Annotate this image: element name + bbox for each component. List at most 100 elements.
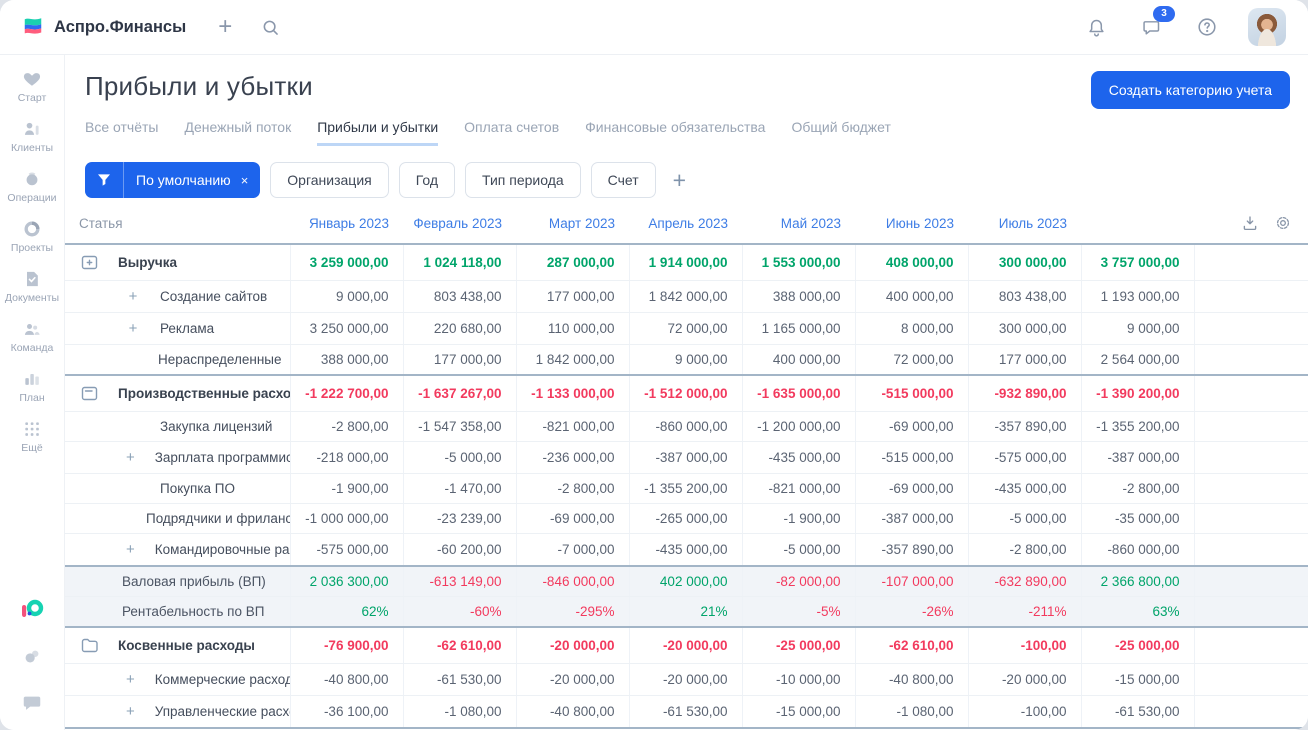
notifications-button[interactable] [1082,13,1111,42]
value-cell: -40 800,00 [289,663,403,696]
brand-name: Аспро.Финансы [54,17,187,36]
column-month[interactable]: Апрель 2023 [629,210,742,245]
remove-filter-icon[interactable]: × [241,173,249,188]
column-month[interactable]: Май 2023 [742,210,855,245]
sidebar-item-start[interactable]: Старт [5,69,59,104]
sidebar-item-team[interactable]: Команда [5,319,59,354]
tab-invoices[interactable]: Оплата счетов [464,119,559,146]
trailing-cell [1193,663,1308,696]
search-button[interactable] [256,13,285,42]
row-label-cell: + Реклама [65,312,290,345]
filter-pill-year[interactable]: Год [398,162,456,198]
column-month[interactable]: Февраль 2023 [403,210,516,245]
value-cell: 1 914 000,00 [628,243,742,281]
row-label[interactable]: Выручка [118,255,177,270]
table-row: Закупка лицензий -2 800,00 -1 547 358,00 -8… [65,411,1308,442]
create-category-button[interactable]: Создать категорию учета [1090,71,1290,109]
value-cell: -1 390 200,00 [1080,374,1194,412]
trailing-cell [1193,280,1308,313]
app-brand[interactable]: Аспро.Финансы [22,16,186,38]
value-cell: -60 200,00 [402,533,516,567]
tab-obligations[interactable]: Финансовые обязательства [585,119,765,146]
sidebar-item-projects[interactable]: Проекты [5,219,59,254]
row-label-cell: Нераспределенные [65,344,290,376]
value-cell: 388 000,00 [741,280,855,313]
table-row: Производственные расходы-1 222 700,00-1 … [65,374,1308,412]
filters-bar: По умолчанию × Организация Год Тип периода… [65,146,1308,210]
category-note-icon[interactable] [79,383,100,404]
active-filter-pill[interactable]: По умолчанию × [85,162,261,198]
category-folder-plus-icon[interactable] [79,252,100,273]
quick-add-button[interactable]: + [214,11,236,43]
sidebar-item-more[interactable]: Ещё [5,419,59,454]
value-cell: -76 900,00 [289,626,403,664]
row-label: Нераспределенные [158,352,282,367]
value-cell: -40 800,00 [515,695,629,729]
help-button[interactable] [1192,12,1222,42]
category-folder-icon[interactable] [79,635,100,656]
brand-flag-icon [24,18,42,34]
expand-plus-icon[interactable]: + [126,671,135,688]
value-cell: -1 200 000,00 [741,411,855,442]
brand-mark-icon[interactable] [19,596,45,622]
column-article: Статья [65,210,290,245]
user-avatar[interactable] [1248,8,1286,46]
row-label: Управленческие расходы [154,704,290,719]
value-cell: -25 000,00 [1080,626,1194,664]
column-month[interactable]: Январь 2023 [290,210,403,245]
value-cell: -15 000,00 [1080,663,1194,696]
value-cell: -860 000,00 [1080,533,1194,567]
search-icon [263,20,279,35]
filter-pill-account[interactable]: Счет [590,162,656,198]
report-tabs: Все отчёты Денежный поток Прибыли и убытки… [65,109,1308,146]
sidebar: Старт Клиенты Операции Проекты Документы Кома… [0,55,65,730]
table-row: Выручка 3 259 000,00 1 024 118,00 287 000,0… [65,243,1308,281]
column-month[interactable]: Март 2023 [516,210,629,245]
filter-pill-organization[interactable]: Организация [270,162,389,198]
sidebar-item-plan[interactable]: План [5,369,59,404]
table-row: Покупка ПО -1 900,00 -1 470,00 -2 800,00 -1 … [65,473,1308,504]
row-label[interactable]: Косвенные расходы [118,638,255,653]
projects-icon [22,219,42,239]
sidebar-item-label: Проекты [10,242,54,254]
plus-icon: + [218,13,233,40]
value-cell: -1 635 000,00 [741,374,855,412]
support-chat-icon[interactable] [21,692,43,714]
bell-icon [1089,19,1104,37]
sidebar-item-label: Операции [7,192,57,204]
value-cell: -236 000,00 [515,441,629,474]
value-cell: -435 000,00 [967,473,1081,504]
table-row: +Управленческие расходы-36 100,00-1 080,… [65,695,1308,729]
expand-plus-icon[interactable]: + [126,541,135,558]
expand-plus-icon[interactable]: + [126,449,135,466]
expand-plus-icon[interactable]: + [126,320,140,337]
value-cell: 8 000,00 [854,312,968,345]
settings-icon[interactable] [21,646,43,668]
table-settings-icon[interactable] [1274,214,1292,232]
expand-plus-icon[interactable]: + [126,288,140,305]
column-month[interactable]: Июнь 2023 [855,210,968,245]
sidebar-item-clients[interactable]: Клиенты [5,119,59,154]
table-row: Подрядчики и фрилансеры-1 000 000,00-23 … [65,503,1308,534]
column-month[interactable]: Июль 2023 [968,210,1081,245]
sidebar-item-documents[interactable]: Документы [5,269,59,304]
add-filter-icon[interactable]: + [673,168,686,192]
download-icon[interactable] [1241,214,1259,232]
tab-budget[interactable]: Общий бюджет [791,119,890,146]
row-label[interactable]: Производственные расходы [118,386,290,401]
sidebar-item-operations[interactable]: Операции [5,169,59,204]
value-cell: -1 512 000,00 [628,374,742,412]
topbar: Аспро.Финансы + 3 [0,0,1308,55]
trailing-cell [1193,243,1308,281]
value-cell: 2 366 800,00 [1080,565,1194,597]
tab-cash-flow[interactable]: Денежный поток [184,119,291,146]
row-label: Реклама [160,321,215,336]
tab-all-reports[interactable]: Все отчёты [85,119,158,146]
trailing-cell [1193,411,1308,442]
value-cell: -107 000,00 [854,565,968,597]
tab-profit-loss[interactable]: Прибыли и убытки [317,119,439,146]
filter-pill-period-type[interactable]: Тип периода [465,162,581,198]
value-cell: -575 000,00 [289,533,403,567]
messages-button[interactable]: 3 [1137,5,1175,42]
expand-plus-icon[interactable]: + [126,703,135,720]
